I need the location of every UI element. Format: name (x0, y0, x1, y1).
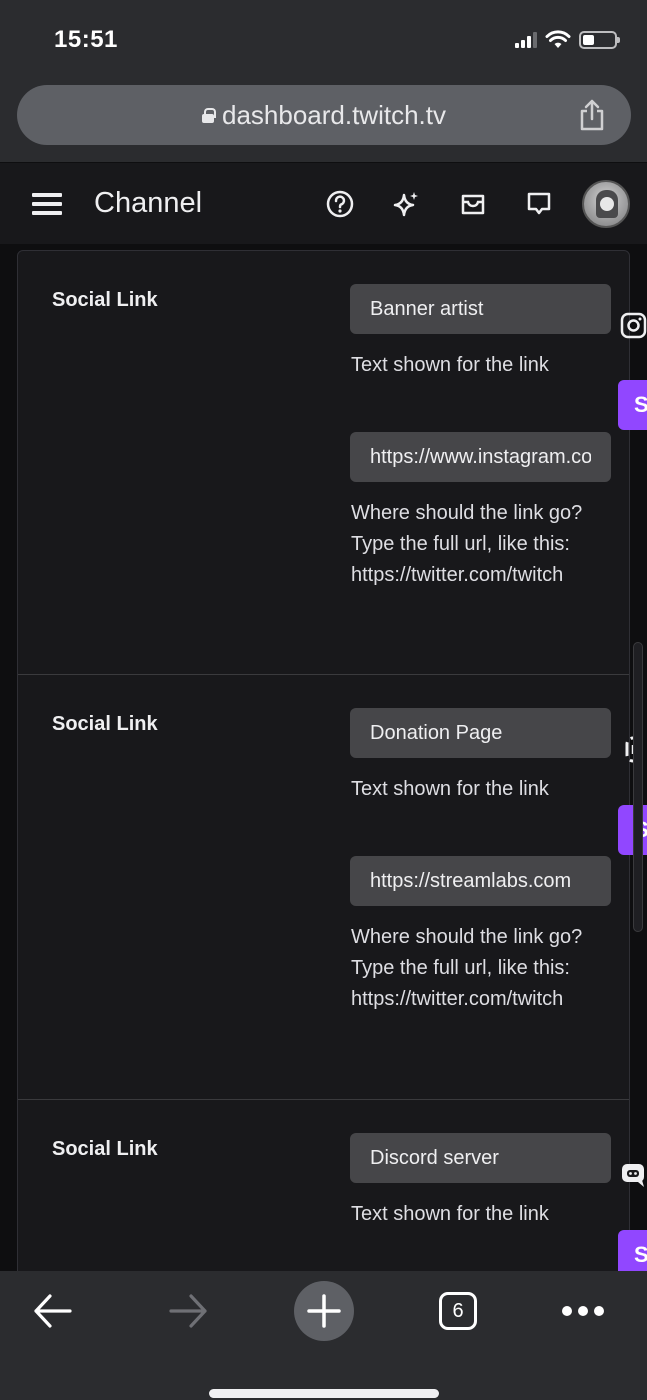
cellular-signal-icon (515, 32, 537, 48)
arrow-right-icon (169, 1294, 207, 1328)
link-title-input[interactable] (350, 1133, 611, 1183)
home-indicator (209, 1389, 439, 1398)
whispers-icon[interactable] (524, 189, 554, 219)
tabs-button[interactable]: 6 (428, 1281, 488, 1341)
link-title-help: Text shown for the link (351, 1203, 549, 1225)
link-url-input[interactable] (350, 432, 611, 482)
hamburger-icon[interactable] (32, 193, 62, 215)
wifi-icon (545, 30, 571, 48)
preview-link-button[interactable]: S (618, 380, 647, 430)
link-url-help: Where should the link go? Type the full … (351, 926, 583, 1010)
social-link-row: Social Link Text shown for the link (18, 1100, 629, 1271)
plus-icon (307, 1294, 341, 1328)
instagram-icon (620, 312, 647, 339)
preview-link-button[interactable]: S (618, 1230, 647, 1271)
lock-icon (201, 108, 216, 123)
status-time: 15:51 (54, 26, 118, 53)
ellipsis-icon (562, 1306, 604, 1316)
battery-icon (579, 31, 620, 49)
link-title-help: Text shown for the link (351, 354, 549, 376)
social-link-label: Social Link (52, 289, 158, 311)
discord-icon (622, 1164, 644, 1187)
url-text: dashboard.twitch.tv (221, 99, 446, 130)
share-icon[interactable] (579, 99, 605, 131)
status-icons (515, 30, 620, 50)
browser-toolbar: 6 (0, 1271, 647, 1400)
link-url-input[interactable] (350, 856, 611, 906)
link-title-input[interactable] (350, 284, 611, 334)
social-links-card: Social Link Text shown for the link Wher… (17, 250, 630, 1271)
link-title-input[interactable] (350, 708, 611, 758)
more-button[interactable] (553, 1281, 613, 1341)
back-button[interactable] (23, 1281, 83, 1341)
arrow-left-icon (34, 1294, 72, 1328)
link-title-help: Text shown for the link (351, 778, 549, 800)
main-content: Social Link Text shown for the link Wher… (0, 244, 647, 1271)
user-avatar[interactable] (582, 180, 630, 228)
inbox-icon[interactable] (458, 189, 488, 219)
address-bar[interactable]: dashboard.twitch.tv (17, 85, 631, 145)
link-url-help: Where should the link go? Type the full … (351, 502, 583, 586)
social-link-row: Social Link Text shown for the link Wher… (18, 675, 629, 1100)
app-header: Channel (0, 162, 647, 244)
social-link-label: Social Link (52, 713, 158, 735)
sparkle-icon[interactable] (391, 189, 421, 219)
page-title: Channel (94, 187, 203, 219)
tab-count: 6 (439, 1292, 477, 1330)
browser-top-bar: 15:51 dashboard.twitch.tv (0, 0, 647, 162)
social-link-row: Social Link Text shown for the link Wher… (18, 251, 629, 675)
new-tab-button[interactable] (294, 1281, 354, 1341)
forward-button[interactable] (158, 1281, 218, 1341)
social-link-label: Social Link (52, 1138, 158, 1160)
help-icon[interactable] (325, 189, 355, 219)
scrollbar[interactable] (633, 642, 643, 932)
